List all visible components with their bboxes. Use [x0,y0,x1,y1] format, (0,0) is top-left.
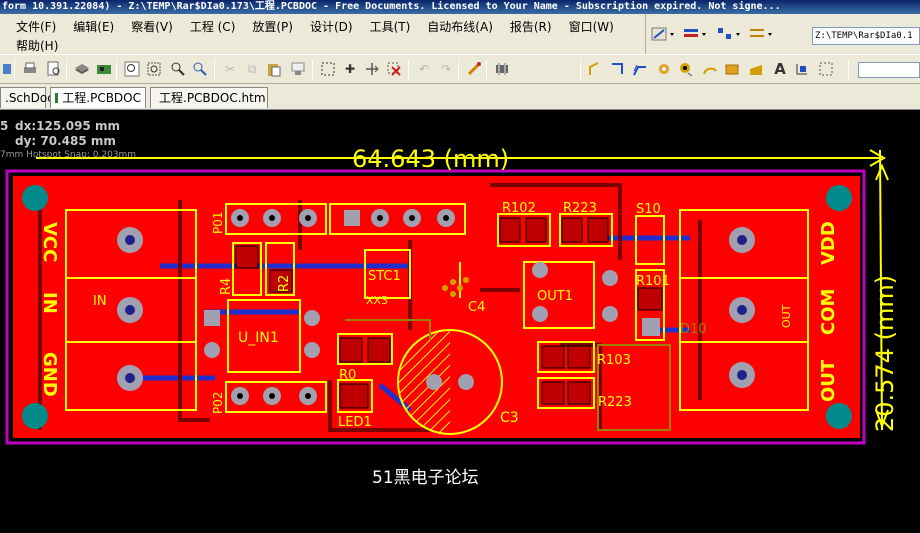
pcb-icon [55,93,59,103]
ref-r101: R101 [636,274,670,289]
ref-r223-top: R223 [563,201,597,216]
place-room-icon[interactable] [818,61,834,77]
ref-in: IN [93,294,107,309]
route-multiple-icon[interactable] [610,61,626,77]
ref-c3: C3 [500,410,519,426]
cross-probe-icon[interactable] [466,61,482,77]
cut-icon[interactable]: ✂ [222,61,238,77]
tab-pcbdoc-htm[interactable]: 工程.PCBDOC.htm [150,87,268,108]
zoom-filter-icon[interactable] [192,61,208,77]
place-polygon-icon[interactable] [748,61,764,77]
pcb-editor-window: form 10.391.22084) - Z:\TEMP\Rar$DIa0.17… [0,0,920,533]
ref-xx3: XX3 [366,294,388,307]
tab-pcbdoc[interactable]: 工程.PCBDOC [50,87,146,108]
window-title-bar: form 10.391.22084) - Z:\TEMP\Rar$DIa0.17… [0,0,920,14]
label-in: IN [39,292,60,314]
document-tab-bar: .SchDoc 工程.PCBDOC 工程.PCBDOC.htm [0,84,920,110]
readout-marker: 5 [0,119,9,133]
tab-schdoc[interactable]: .SchDoc [0,87,54,108]
select-area-icon[interactable] [320,61,336,77]
track-width-icon[interactable] [684,29,706,37]
menu-item-row1-4[interactable]: 放置(P) [252,17,293,37]
document-path-field[interactable]: Z:\TEMP\Rar$DIa0.1 [812,27,920,45]
menu-item-row1-8[interactable]: 报告(R) [510,17,552,37]
print-icon[interactable] [22,61,38,77]
menu-item-row1-7[interactable]: 自动布线(A) [427,17,493,37]
zoom-selected-icon[interactable] [170,61,186,77]
ref-p02: P02 [211,391,225,414]
label-gnd: GND [39,352,60,397]
ref-r4: R4 [219,278,234,295]
place-pad-icon[interactable] [656,61,672,77]
place-via-icon[interactable] [678,61,694,77]
ref-s10: S10 [636,202,661,217]
ref-d10: D10 [680,322,707,337]
menu-row-help: 帮助(H) [16,36,75,56]
menu-item-row1-2[interactable]: 察看(V) [131,17,173,37]
zoom-area-icon[interactable] [146,61,162,77]
ref-r102: R102 [502,201,536,216]
align-icon[interactable] [718,28,740,39]
tab-label: .SchDoc [5,91,54,105]
menu-item-row1-9[interactable]: 窗口(W) [569,17,614,37]
undo-icon[interactable]: ↶ [416,61,432,77]
menu-item-row1-6[interactable]: 工具(T) [370,17,411,37]
ref-p01: P01 [211,211,225,234]
ref-r223-bottom: R223 [598,395,632,410]
menu-row-main: 文件(F) 编辑(E) 察看(V) 工程 (C) 放置(P) 设计(D) 工具(T) 自动布线… [16,17,631,37]
place-string-icon[interactable]: A [772,60,788,78]
ref-r2: R2 [277,275,292,292]
ref-led1: LED1 [338,415,372,430]
place-coordinate-icon[interactable] [794,61,810,77]
menu-item-row2-0[interactable]: 帮助(H) [16,36,58,56]
ref-r0: R0 [339,368,356,383]
readout-dx: dx:125.095 mm [15,119,120,133]
zoom-fit-icon[interactable] [124,61,140,77]
interactive-routing-icon[interactable] [651,27,674,41]
ref-u-in1: U_IN1 [238,330,279,346]
menu-item-row1-0[interactable]: 文件(F) [16,17,56,37]
copy-icon[interactable]: ⧉ [244,61,260,77]
dim-vertical-label: 20.574 (mm) [871,275,899,432]
label-vdd: VDD [818,221,839,265]
component-browser-icon[interactable] [494,61,510,77]
route-track-icon[interactable] [588,61,604,77]
layer-stack-icon[interactable] [74,61,90,77]
watermark-caption: 51黑电子论坛 [372,468,479,488]
redo-icon[interactable]: ↷ [438,61,454,77]
differential-pair-icon[interactable] [632,61,648,77]
menu-bar: 文件(F) 编辑(E) 察看(V) 工程 (C) 放置(P) 设计(D) 工具(T) 自动布线… [0,14,645,54]
label-out: OUT [818,359,839,402]
paste-icon[interactable] [266,61,282,77]
tab-label: 工程.PCBDOC.htm [159,91,266,105]
place-arc-icon[interactable] [702,61,718,77]
readout-snap: 7mm Hotspot Snap: 0.203mm [0,150,137,160]
dim-horizontal-label: 64.643 (mm) [352,145,509,173]
menu-item-row1-5[interactable]: 设计(D) [310,17,353,37]
label-vcc: VCC [39,222,60,262]
ref-c4: C4 [468,300,485,315]
deselect-icon[interactable] [386,61,402,77]
board-3d-icon[interactable] [96,61,112,77]
place-fill-icon[interactable] [724,61,740,77]
print-preview-icon[interactable] [46,61,62,77]
move-selection-icon[interactable] [364,61,380,77]
measure-icon[interactable] [750,29,772,37]
window-title: form 10.391.22084) - Z:\TEMP\Rar$DIa0.17… [2,1,781,12]
ref-stc1: STC1 [368,269,401,284]
menu-item-row1-3[interactable]: 工程 (C) [190,17,236,37]
move-icon[interactable]: ✚ [342,61,358,77]
menu-item-row1-1[interactable]: 编辑(E) [73,17,114,37]
main-toolbar: ✂ ⧉ ✚ ↶ ↷ A [0,54,920,84]
toolbar-input-field[interactable] [858,62,920,78]
ref-r103: R103 [597,353,631,368]
ref-out1: OUT1 [537,289,573,304]
label-com: COM [818,289,839,335]
rubber-stamp-icon[interactable] [290,61,306,77]
tab-label: 工程.PCBDOC [62,91,141,105]
ref-out-pad: OUT [780,304,793,328]
